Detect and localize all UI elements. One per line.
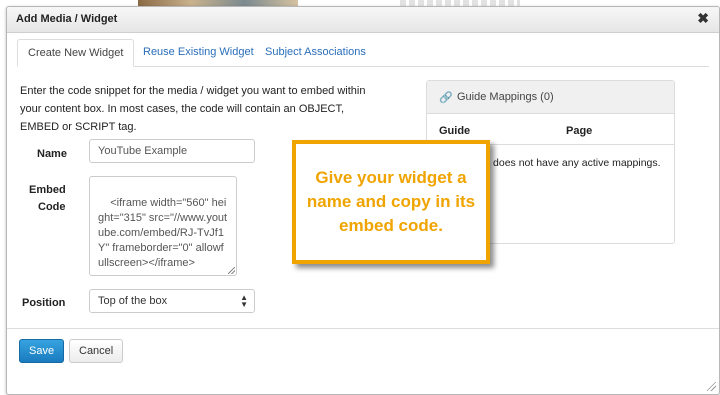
link-icon: 🔗 [439, 92, 453, 104]
cancel-button[interactable]: Cancel [69, 339, 124, 363]
resize-grip-icon[interactable] [228, 267, 235, 274]
dialog-footer-divider [7, 328, 719, 329]
instruction-callout: Give your widget a name and copy in its … [292, 140, 490, 264]
tab-create-new-widget[interactable]: Create New Widget [17, 39, 135, 67]
tab-reuse-existing-widget[interactable]: Reuse Existing Widget [133, 39, 264, 65]
select-arrows-icon: ▲ ▼ [240, 293, 248, 309]
position-select[interactable]: Top of the box ▲ ▼ [89, 289, 255, 313]
column-header-page: Page [566, 125, 593, 137]
name-label: Name [37, 148, 67, 160]
close-icon[interactable]: ✖ [697, 11, 709, 25]
embed-code-textarea[interactable]: <iframe width="560" height="315" src="//… [89, 176, 237, 276]
save-button[interactable]: Save [19, 339, 65, 363]
name-input[interactable]: YouTube Example [89, 139, 255, 163]
dialog-resize-handle-icon[interactable] [707, 382, 716, 391]
dialog-titlebar: Add Media / Widget ✖ [7, 7, 719, 33]
dialog-title: Add Media / Widget [16, 13, 118, 25]
position-label: Position [22, 297, 66, 309]
add-media-widget-dialog: Add Media / Widget ✖ Create New Widget R… [6, 6, 720, 395]
tab-subject-associations[interactable]: Subject Associations [255, 39, 376, 65]
embed-label-line2: Code [38, 201, 66, 213]
callout-text: Give your widget a name and copy in its … [306, 168, 476, 235]
position-select-value: Top of the box [98, 295, 168, 307]
guide-mappings-header: 🔗 Guide Mappings (0) [427, 81, 674, 114]
embed-code-text: <iframe width="560" height="315" src="//… [98, 197, 228, 269]
tab-bar: Create New Widget Reuse Existing Widget … [17, 39, 709, 67]
intro-text: Enter the code snippet for the media / w… [20, 85, 366, 133]
embed-label-line1: Embed [29, 184, 66, 196]
column-header-guide: Guide [439, 125, 471, 137]
guide-mappings-title: Guide Mappings (0) [457, 91, 554, 103]
